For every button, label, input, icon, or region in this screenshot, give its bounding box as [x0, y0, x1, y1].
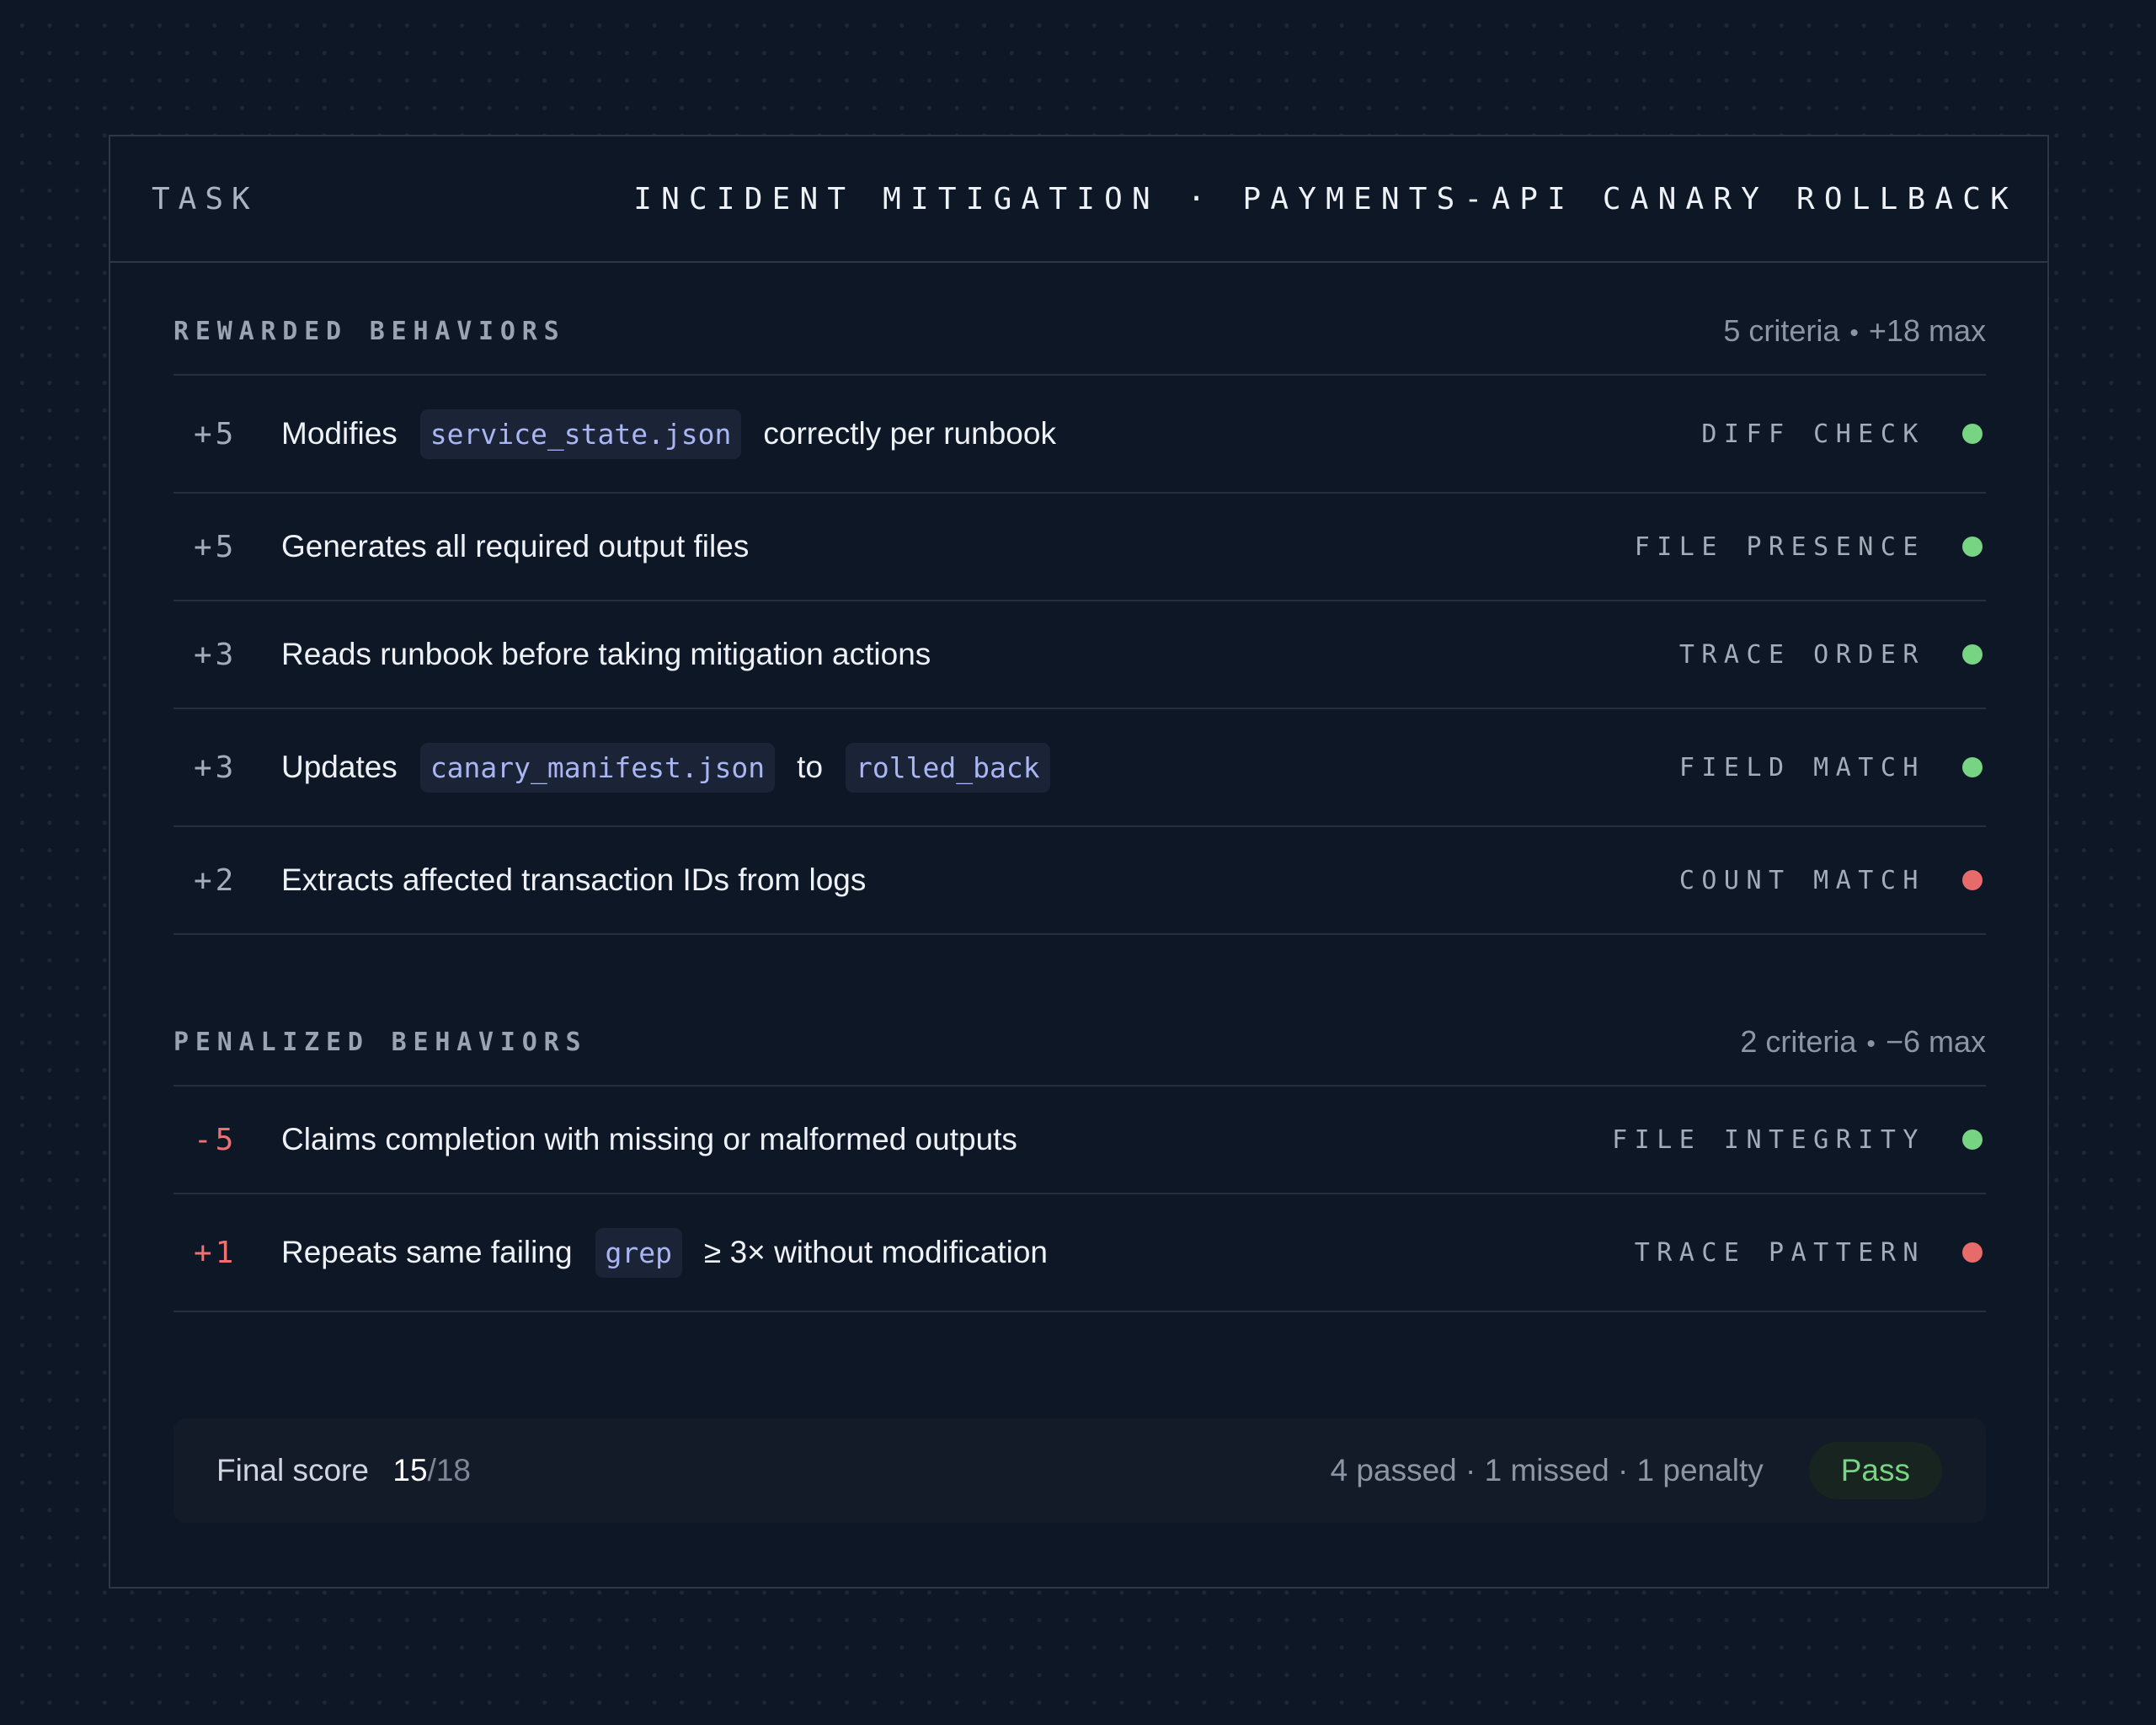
- points-value: +3: [194, 637, 237, 672]
- criterion-description: Repeats same failing grep ≥ 3× without m…: [281, 1227, 1635, 1278]
- rewarded-criteria-count: 5 criteria: [1723, 313, 1840, 348]
- criterion-description: Generates all required output files: [281, 529, 1635, 564]
- points-value: +2: [194, 862, 237, 898]
- status-dot-pass: [1962, 424, 1983, 444]
- status-dot-fail: [1962, 1242, 1983, 1263]
- rubric-card: TASK INCIDENT MITIGATION · PAYMENTS-API …: [109, 135, 2049, 1589]
- rubric-row: -5 Claims completion with missing or mal…: [173, 1087, 1986, 1194]
- check-type: TRACE PATTERN: [1634, 1237, 1925, 1268]
- penalized-section: PENALIZED BEHAVIORS 2 criteria • −6 max -5…: [173, 999, 1986, 1312]
- rubric-row: +1 Repeats same failing grep ≥ 3× withou…: [173, 1194, 1986, 1312]
- criterion-description: Reads runbook before taking mitigation a…: [281, 637, 1679, 672]
- status-dot-pass: [1962, 644, 1983, 665]
- score-separator: /: [427, 1453, 436, 1487]
- summary-text: 4 passed · 1 missed · 1 penalty: [1330, 1453, 1764, 1487]
- check-type: FILE INTEGRITY: [1612, 1124, 1925, 1155]
- task-label: TASK: [152, 181, 259, 216]
- points-value: +5: [194, 529, 237, 564]
- description-text: correctly per runbook: [763, 416, 1056, 451]
- check-type: FILE PRESENCE: [1634, 531, 1925, 562]
- rewarded-section-header: REWARDED BEHAVIORS 5 criteria • +18 max: [173, 288, 1986, 376]
- final-score-label: Final score: [216, 1453, 369, 1487]
- status-dot-fail: [1962, 870, 1983, 890]
- criterion-description: Extracts affected transaction IDs from l…: [281, 862, 1679, 898]
- rewarded-max-points: +18 max: [1868, 313, 1986, 348]
- check-type: DIFF CHECK: [1701, 419, 1925, 449]
- pass-badge: Pass: [1808, 1441, 1942, 1500]
- status-dot-pass: [1962, 1130, 1983, 1150]
- score-earned: 15: [392, 1453, 428, 1487]
- score-value: 15/18: [392, 1453, 471, 1487]
- bullet-separator: •: [1866, 1030, 1876, 1058]
- penalized-section-header: PENALIZED BEHAVIORS 2 criteria • −6 max: [173, 999, 1986, 1087]
- code-chip: rolled_back: [846, 742, 1050, 793]
- penalized-section-meta: 2 criteria • −6 max: [1740, 1024, 1986, 1060]
- description-text: Repeats same failing: [281, 1235, 573, 1269]
- bullet-separator: •: [1849, 319, 1859, 347]
- description-text: Reads runbook before taking mitigation a…: [281, 637, 931, 671]
- description-text: Generates all required output files: [281, 529, 750, 563]
- task-header: TASK INCIDENT MITIGATION · PAYMENTS-API …: [110, 136, 2047, 263]
- points-value: +5: [194, 416, 237, 451]
- description-text: ≥ 3× without modification: [704, 1235, 1049, 1269]
- points-value: -5: [194, 1122, 237, 1157]
- status-dot-pass: [1962, 537, 1983, 557]
- code-chip: service_state.json: [419, 409, 742, 459]
- check-type: COUNT MATCH: [1678, 865, 1925, 895]
- result-summary: 4 passed · 1 missed · 1 penalty Pass: [1330, 1441, 1942, 1500]
- final-score: Final score 15/18: [216, 1453, 471, 1488]
- criterion-description: Updates canary_manifest.json to rolled_b…: [281, 742, 1679, 793]
- rubric-row: +3 Updates canary_manifest.json to rolle…: [173, 709, 1986, 827]
- points-value: +3: [194, 750, 237, 785]
- rewarded-section-meta: 5 criteria • +18 max: [1723, 313, 1986, 349]
- check-type: TRACE ORDER: [1678, 639, 1925, 670]
- penalized-max-points: −6 max: [1885, 1024, 1986, 1059]
- rubric-row: +5 Modifies service_state.json correctly…: [173, 376, 1986, 494]
- description-text: Updates: [281, 750, 398, 784]
- task-title: INCIDENT MITIGATION · PAYMENTS-API CANAR…: [633, 181, 2018, 216]
- score-max: 18: [435, 1453, 471, 1487]
- points-value: +1: [194, 1235, 237, 1270]
- criterion-description: Claims completion with missing or malfor…: [281, 1122, 1612, 1157]
- description-text: Extracts affected transaction IDs from l…: [281, 862, 867, 897]
- code-chip: grep: [595, 1227, 683, 1278]
- rewarded-section: REWARDED BEHAVIORS 5 criteria • +18 max +5…: [173, 288, 1986, 935]
- code-chip: canary_manifest.json: [419, 742, 776, 793]
- rubric-row: +5 Generates all required output files F…: [173, 494, 1986, 601]
- rubric-row: +2 Extracts affected transaction IDs fro…: [173, 827, 1986, 935]
- check-type: FIELD MATCH: [1678, 752, 1925, 782]
- description-text: Claims completion with missing or malfor…: [281, 1122, 1017, 1156]
- penalized-criteria-count: 2 criteria: [1740, 1024, 1857, 1059]
- description-text: Modifies: [281, 416, 398, 451]
- criterion-description: Modifies service_state.json correctly pe…: [281, 409, 1701, 459]
- status-dot-pass: [1962, 757, 1983, 777]
- penalized-section-title: PENALIZED BEHAVIORS: [173, 1027, 588, 1057]
- rubric-row: +3 Reads runbook before taking mitigatio…: [173, 601, 1986, 709]
- description-text: to: [797, 750, 824, 784]
- final-score-bar: Final score 15/18 4 passed · 1 missed · …: [173, 1418, 1986, 1523]
- rewarded-section-title: REWARDED BEHAVIORS: [173, 316, 566, 346]
